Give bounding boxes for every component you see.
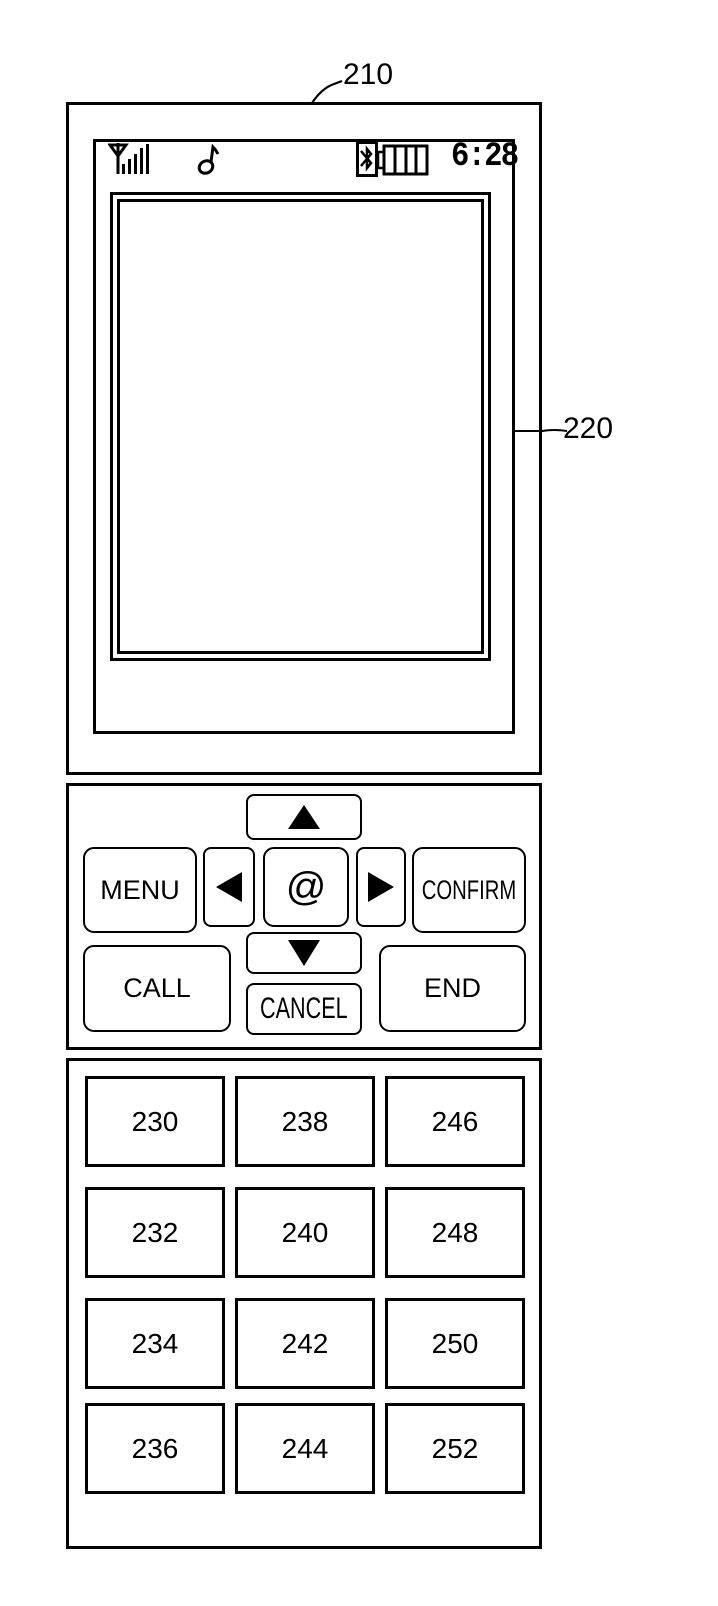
keypad-key-label: 252 [431,1432,479,1464]
down-arrow-button[interactable] [246,932,362,974]
bluetooth-icon [356,141,378,177]
keypad-key-label: 230 [131,1105,179,1137]
keypad-key[interactable]: 246 [385,1076,525,1167]
music-note-icon [197,143,220,175]
keypad-key[interactable]: 238 [235,1076,375,1167]
keypad-key-label: 244 [281,1432,329,1464]
device-reference-label: 210 [343,58,394,91]
cancel-button[interactable]: CANCEL [246,983,362,1035]
at-sign-label: @ [285,864,327,909]
keypad-key-label: 232 [131,1216,179,1248]
keypad-key-label: 234 [131,1327,179,1359]
arrow-right-icon [368,872,394,902]
call-button[interactable]: CALL [83,945,231,1032]
call-button-label: CALL [123,973,191,1003]
keypad-key-label: 246 [431,1105,479,1137]
menu-button-label: MENU [100,874,180,905]
menu-button[interactable]: MENU [83,847,197,933]
keypad-key-label: 240 [281,1216,329,1248]
arrow-left-icon [216,872,242,902]
keypad-key-label: 236 [131,1432,179,1464]
keypad-key-label: 248 [431,1216,479,1248]
keypad-key[interactable]: 250 [385,1298,525,1389]
left-arrow-button[interactable] [203,847,255,927]
keypad-key[interactable]: 234 [85,1298,225,1389]
keypad-key[interactable]: 242 [235,1298,375,1389]
status-time: 6:28 [451,138,519,176]
keypad-key[interactable]: 236 [85,1403,225,1494]
end-button-label: END [423,973,481,1003]
keypad-key[interactable]: 230 [85,1076,225,1167]
up-arrow-button[interactable] [246,794,362,840]
arrow-up-icon [288,805,320,829]
keypad-key[interactable]: 248 [385,1187,525,1278]
signal-antenna-icon [108,143,149,174]
keypad-key-label: 250 [431,1327,479,1359]
cancel-button-label: CANCEL [260,992,348,1025]
confirm-button-label: CONFIRM [421,874,517,905]
display-reference-label: 220 [563,412,614,445]
screen-inner-border [117,199,484,654]
keypad-key[interactable]: 252 [385,1403,525,1494]
right-arrow-button[interactable] [356,847,406,927]
display-reference-leader [512,429,568,432]
battery-icon [377,144,429,176]
keypad-key[interactable]: 232 [85,1187,225,1278]
confirm-button[interactable]: CONFIRM [412,847,526,933]
keypad-key[interactable]: 240 [235,1187,375,1278]
keypad-key[interactable]: 244 [235,1403,375,1494]
center-select-button[interactable]: @ [263,847,349,927]
arrow-down-icon [288,940,320,966]
keypad-key-label: 242 [281,1327,329,1359]
keypad-key-label: 238 [281,1105,329,1137]
end-button[interactable]: END [379,945,526,1032]
